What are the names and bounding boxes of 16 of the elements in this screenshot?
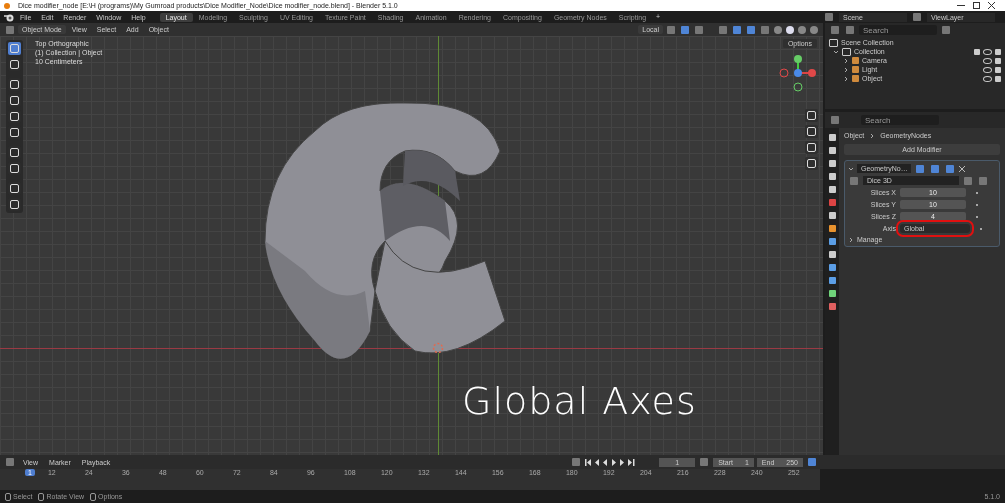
checkbox-icon[interactable] (974, 48, 980, 55)
3d-cursor-icon (432, 342, 444, 354)
search-field[interactable]: Search (861, 115, 939, 125)
mouse-icon (90, 492, 97, 501)
blender-logo-icon[interactable] (4, 12, 14, 22)
maximize-icon[interactable] (973, 2, 980, 9)
close-icon[interactable] (959, 165, 965, 172)
close-icon[interactable] (988, 2, 995, 9)
chevron-icon (869, 132, 876, 139)
axis-gizmo-icon[interactable] (778, 53, 818, 93)
mouse-icon (5, 492, 11, 501)
mouse-icon (38, 492, 45, 501)
minimize-icon[interactable] (957, 4, 965, 7)
caption-text: Global Axes (462, 379, 697, 423)
search-field[interactable]: Search (859, 25, 937, 35)
app-logo-icon (4, 2, 10, 9)
